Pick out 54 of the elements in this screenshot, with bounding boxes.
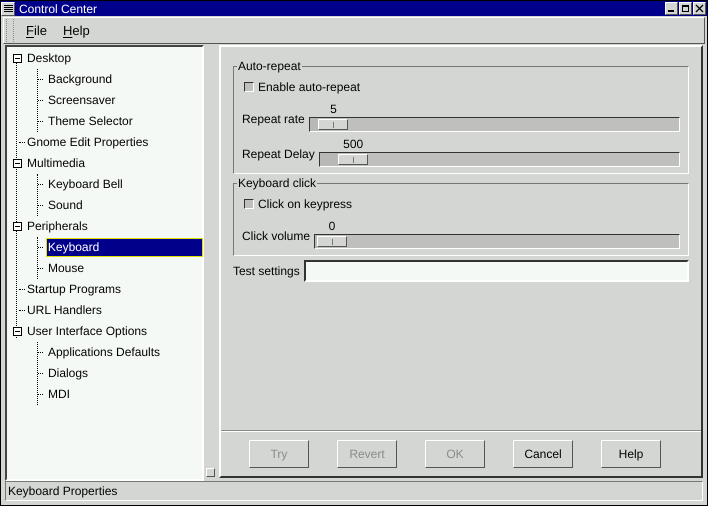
- slider-label: Repeat rate: [242, 111, 305, 128]
- tree-item[interactable]: Sound: [47, 197, 84, 214]
- tree-item[interactable]: Gnome Edit Properties: [26, 134, 150, 151]
- tree-item[interactable]: Dialogs: [47, 365, 90, 382]
- checkbox[interactable]: [244, 82, 254, 92]
- collapse-icon[interactable]: [12, 222, 22, 231]
- status-text: Keyboard Properties: [7, 483, 118, 500]
- tree-item[interactable]: Mouse: [47, 260, 86, 277]
- collapse-icon[interactable]: [12, 159, 22, 168]
- tree-item[interactable]: Desktop: [26, 50, 72, 67]
- slider-value: 0: [328, 218, 336, 234]
- minimize-button[interactable]: [665, 2, 678, 15]
- slider-label: Click volume: [242, 228, 310, 245]
- slider-value: 5: [330, 101, 337, 117]
- tree-item[interactable]: MDI: [47, 386, 71, 403]
- close-icon: [695, 4, 704, 13]
- group-title: Auto-repeat: [237, 59, 302, 73]
- tree-item[interactable]: Applications Defaults: [47, 344, 162, 361]
- slider-track[interactable]: [318, 152, 680, 167]
- slider-thumb[interactable]: [317, 236, 348, 247]
- tree-item[interactable]: Keyboard Bell: [47, 176, 124, 193]
- test-field[interactable]: [304, 260, 689, 282]
- slider-label: Repeat Delay: [242, 146, 315, 163]
- tree-item[interactable]: Theme Selector: [47, 113, 134, 130]
- checkbox-label[interactable]: Click on keypress: [258, 195, 352, 213]
- scroll-thumb[interactable]: [206, 468, 215, 477]
- tree-item[interactable]: Multimedia: [26, 155, 86, 172]
- checkbox-label[interactable]: Enable auto-repeat: [258, 78, 360, 96]
- dialog-button[interactable]: Help: [601, 440, 661, 468]
- slider-track[interactable]: [314, 234, 680, 249]
- tree-item[interactable]: Startup Programs: [26, 281, 122, 298]
- slider-thumb[interactable]: [318, 119, 348, 130]
- tree-item[interactable]: Screensaver: [47, 92, 116, 109]
- checkbox[interactable]: [244, 199, 254, 209]
- dialog-button[interactable]: Cancel: [513, 440, 573, 468]
- collapse-icon[interactable]: [12, 327, 22, 336]
- field-label: Test settings: [233, 263, 300, 280]
- menu-grip-icon[interactable]: [6, 19, 14, 42]
- maximize-button[interactable]: [679, 2, 692, 15]
- tree-item[interactable]: Background: [47, 71, 114, 88]
- menu-item[interactable]: Help: [62, 20, 90, 40]
- window-title: Control Center: [19, 2, 98, 16]
- collapse-icon[interactable]: [12, 54, 22, 63]
- group-title: Keyboard click: [237, 176, 318, 190]
- menu-item[interactable]: File: [26, 20, 47, 40]
- slider-thumb[interactable]: [338, 154, 368, 165]
- window-menu-icon[interactable]: [1, 2, 15, 16]
- close-button[interactable]: [693, 2, 706, 15]
- tree-item[interactable]: Keyboard: [46, 239, 202, 256]
- slider-value: 500: [343, 136, 364, 152]
- tree-item[interactable]: User Interface Options: [26, 323, 148, 340]
- tree-item[interactable]: URL Handlers: [26, 302, 103, 319]
- tree-item[interactable]: Peripherals: [26, 218, 89, 235]
- slider-track[interactable]: [308, 117, 680, 132]
